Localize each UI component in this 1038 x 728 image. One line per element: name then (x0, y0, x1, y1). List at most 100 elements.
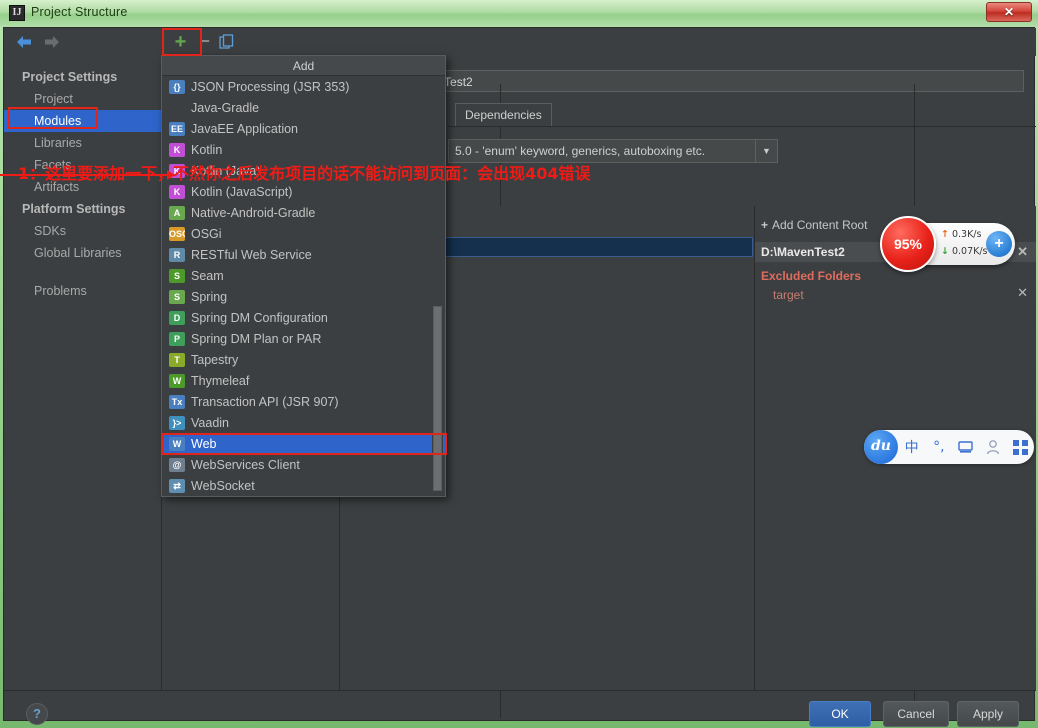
excluded-folder-item[interactable]: target (773, 288, 804, 302)
sidebar-item-problems[interactable]: Problems (4, 280, 161, 302)
add-menu-item[interactable]: }> Vaadin (162, 412, 445, 433)
language-level-select[interactable]: 5.0 - 'enum' keyword, generics, autoboxi… (448, 139, 778, 163)
add-menu-item[interactable]: {} JSON Processing (JSR 353) (162, 76, 445, 97)
add-menu-item-label: WebServices Client (191, 457, 300, 472)
intellij-idea-icon: IJ (9, 5, 25, 21)
spring-dm-icon: D (169, 310, 185, 325)
close-button[interactable]: ✕ (986, 2, 1032, 22)
apply-button[interactable]: Apply (957, 701, 1019, 727)
kotlin-icon: K (169, 142, 185, 157)
sidebar-item-libraries[interactable]: Libraries (4, 132, 161, 154)
toolbar-divider (162, 28, 163, 56)
add-menu-item-label: Seam (191, 268, 224, 283)
project-structure-dialog: + − Name: MavenTest2 Project Settings Pr… (3, 27, 1036, 727)
cancel-button[interactable]: Cancel (883, 701, 949, 727)
add-menu-item-label: Kotlin (Java) (191, 163, 261, 178)
add-menu-item-label: Native-Android-Gradle (191, 205, 316, 220)
add-menu-item[interactable]: Java-Gradle (162, 97, 445, 118)
settings-sidebar: Project Settings Project Modules Librari… (4, 56, 162, 690)
add-menu-item-label: Transaction API (JSR 907) (191, 394, 339, 409)
vaadin-icon: }> (169, 415, 185, 430)
add-menu-item[interactable]: K Kotlin (Java) (162, 160, 445, 181)
remove-excluded-folder-icon[interactable]: ✕ (1017, 285, 1028, 301)
add-menu-item-label: Spring (191, 289, 228, 304)
thymeleaf-icon: W (169, 373, 185, 388)
add-menu-item[interactable]: S Spring (162, 286, 445, 307)
add-menu-title: Add (162, 56, 445, 76)
add-menu-item-label: Spring DM Configuration (191, 310, 328, 325)
add-menu-item-label: WebSocket (191, 478, 255, 493)
sidebar-item-modules[interactable]: Modules (4, 110, 161, 132)
scrollbar-thumb[interactable] (433, 306, 442, 491)
kotlin-icon: K (169, 184, 185, 199)
add-menu-item[interactable]: @ WebServices Client (162, 454, 445, 475)
add-menu-item[interactable]: K Kotlin (162, 139, 445, 160)
upload-speed: ↑ 0.3K/s (941, 229, 982, 240)
add-content-root-button[interactable]: + Add Content Root (761, 218, 867, 232)
excluded-folders-title: Excluded Folders (761, 269, 862, 283)
plus-icon: + (761, 218, 769, 232)
baidu-ime-toolbar: du 中 °, (864, 430, 1034, 464)
punctuation-icon[interactable]: °, (925, 439, 952, 455)
tab-dependencies[interactable]: Dependencies (455, 103, 552, 126)
user-icon[interactable] (980, 439, 1007, 455)
add-menu-item[interactable]: ⇄ WebSocket (162, 475, 445, 496)
add-menu-item[interactable]: W Thymeleaf (162, 370, 445, 391)
add-menu-item[interactable]: T Tapestry (162, 349, 445, 370)
remove-content-root-icon[interactable]: ✕ (1017, 244, 1028, 260)
add-menu-item-label: Java-Gradle (191, 100, 260, 115)
add-menu-item[interactable]: R RESTful Web Service (162, 244, 445, 265)
copy-icon[interactable] (219, 34, 235, 50)
add-menu-item[interactable]: W Web (162, 433, 445, 454)
websocket-icon: ⇄ (169, 478, 185, 493)
chevron-down-icon[interactable]: ▼ (755, 140, 777, 162)
apps-grid-icon[interactable] (1007, 439, 1034, 455)
sidebar-item-sdks[interactable]: SDKs (4, 220, 161, 242)
add-menu-item-label: Spring DM Plan or PAR (191, 331, 322, 346)
keyboard-icon[interactable] (952, 439, 979, 455)
annotation-arrow (0, 170, 175, 180)
tx-api-icon: Tx (169, 394, 185, 409)
add-menu-item[interactable]: S Seam (162, 265, 445, 286)
add-menu-item-label: Web (191, 436, 217, 451)
sidebar-item-global-libraries[interactable]: Global Libraries (4, 242, 161, 264)
language-toggle-icon[interactable]: 中 (898, 437, 925, 457)
back-arrow-icon[interactable] (16, 35, 32, 49)
sidebar-item-artifacts[interactable]: Artifacts (4, 176, 161, 198)
add-button[interactable]: + (172, 32, 189, 52)
add-menu-item-label: JSON Processing (JSR 353) (191, 79, 350, 94)
add-menu-scrollbar[interactable] (432, 76, 443, 496)
title-bar: IJ Project Structure ✕ (0, 0, 1038, 27)
add-menu-item-label: Kotlin (JavaScript) (191, 184, 293, 199)
baidu-logo-icon[interactable]: du (864, 430, 898, 464)
sidebar-group-project-settings: Project Settings (22, 70, 118, 84)
speed-boost-button[interactable]: + (986, 231, 1012, 257)
add-menu-item[interactable]: OSGi OSGi (162, 223, 445, 244)
android-icon: A (169, 205, 185, 220)
network-speed-widget[interactable]: 95% ↑ 0.3K/s ↓ 0.07K/s + (880, 216, 1015, 272)
add-content-root-label: Add Content Root (772, 218, 868, 232)
add-menu-item[interactable]: K Kotlin (JavaScript) (162, 181, 445, 202)
sidebar-item-facets[interactable]: Facets (4, 154, 161, 176)
add-menu-item-label: JavaEE Application (191, 121, 299, 136)
add-menu-item-label: Vaadin (191, 415, 229, 430)
seam-icon: S (169, 268, 185, 283)
tapestry-icon: T (169, 352, 185, 367)
add-menu-item[interactable]: EE JavaEE Application (162, 118, 445, 139)
ok-button[interactable]: OK (809, 701, 871, 727)
add-menu-item[interactable]: P Spring DM Plan or PAR (162, 328, 445, 349)
memory-percent-badge[interactable]: 95% (880, 216, 936, 272)
sidebar-item-project[interactable]: Project (4, 88, 161, 110)
add-menu-item[interactable]: D Spring DM Configuration (162, 307, 445, 328)
window-title: Project Structure (31, 5, 128, 19)
add-menu-item-label: Tapestry (191, 352, 239, 367)
add-menu-item[interactable]: A Native-Android-Gradle (162, 202, 445, 223)
add-menu-item[interactable]: Tx Transaction API (JSR 907) (162, 391, 445, 412)
javaee-icon: EE (169, 121, 185, 136)
sidebar-group-platform-settings: Platform Settings (22, 202, 126, 216)
help-button[interactable]: ? (26, 703, 48, 725)
remove-button[interactable]: − (196, 32, 213, 51)
no-icon (169, 101, 185, 115)
upload-arrow-icon: ↑ (941, 229, 949, 240)
download-speed: ↓ 0.07K/s (941, 246, 988, 257)
